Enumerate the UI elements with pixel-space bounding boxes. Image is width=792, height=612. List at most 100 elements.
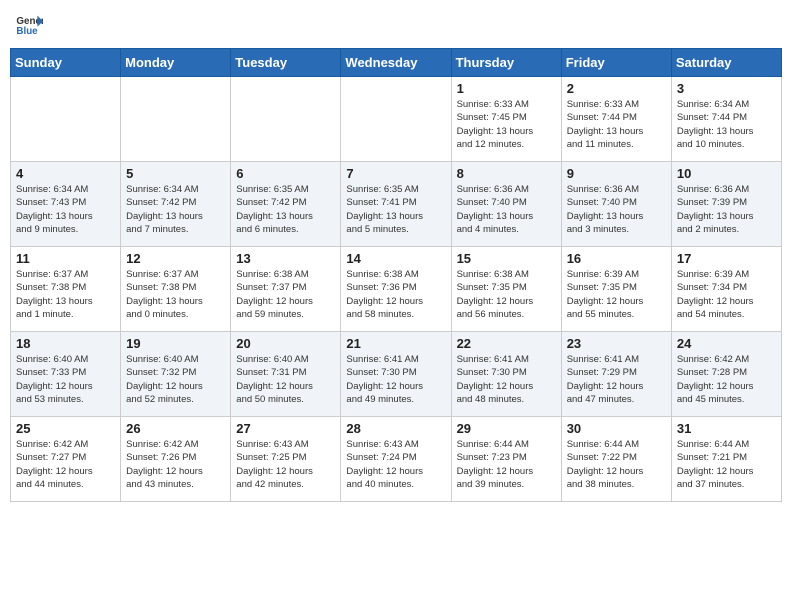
calendar-cell: 25 Sunrise: 6:42 AM Sunset: 7:27 PM Dayli… bbox=[11, 417, 121, 502]
day-info: Sunrise: 6:35 AM Sunset: 7:41 PM Dayligh… bbox=[346, 183, 445, 236]
calendar-header-row: SundayMondayTuesdayWednesdayThursdayFrid… bbox=[11, 49, 782, 77]
day-number: 14 bbox=[346, 251, 445, 266]
day-number: 5 bbox=[126, 166, 225, 181]
day-info: Sunrise: 6:41 AM Sunset: 7:30 PM Dayligh… bbox=[457, 353, 556, 406]
day-number: 15 bbox=[457, 251, 556, 266]
calendar-week-row: 25 Sunrise: 6:42 AM Sunset: 7:27 PM Dayli… bbox=[11, 417, 782, 502]
calendar-cell: 16Sunrise: 6:39 AM Sunset: 7:35 PM Dayli… bbox=[561, 247, 671, 332]
day-info: Sunrise: 6:34 AM Sunset: 7:44 PM Dayligh… bbox=[677, 98, 776, 151]
day-of-week-header: Wednesday bbox=[341, 49, 451, 77]
calendar-cell: 27Sunrise: 6:43 AM Sunset: 7:25 PM Dayli… bbox=[231, 417, 341, 502]
calendar-cell: 2 Sunrise: 6:33 AM Sunset: 7:44 PM Daylig… bbox=[561, 77, 671, 162]
day-info: Sunrise: 6:43 AM Sunset: 7:24 PM Dayligh… bbox=[346, 438, 445, 491]
day-number: 13 bbox=[236, 251, 335, 266]
calendar-cell: 1 Sunrise: 6:33 AM Sunset: 7:45 PM Daylig… bbox=[451, 77, 561, 162]
calendar-cell: 22 Sunrise: 6:41 AM Sunset: 7:30 PM Dayli… bbox=[451, 332, 561, 417]
day-number: 20 bbox=[236, 336, 335, 351]
day-of-week-header: Monday bbox=[121, 49, 231, 77]
day-of-week-header: Thursday bbox=[451, 49, 561, 77]
day-number: 4 bbox=[16, 166, 115, 181]
day-number: 1 bbox=[457, 81, 556, 96]
calendar-cell: 10 Sunrise: 6:36 AM Sunset: 7:39 PM Dayli… bbox=[671, 162, 781, 247]
day-info: Sunrise: 6:36 AM Sunset: 7:39 PM Dayligh… bbox=[677, 183, 776, 236]
calendar-cell: 23 Sunrise: 6:41 AM Sunset: 7:29 PM Dayli… bbox=[561, 332, 671, 417]
day-info: Sunrise: 6:39 AM Sunset: 7:34 PM Dayligh… bbox=[677, 268, 776, 321]
day-number: 29 bbox=[457, 421, 556, 436]
day-number: 19 bbox=[126, 336, 225, 351]
day-info: Sunrise: 6:42 AM Sunset: 7:28 PM Dayligh… bbox=[677, 353, 776, 406]
calendar-cell: 21 Sunrise: 6:41 AM Sunset: 7:30 PM Dayli… bbox=[341, 332, 451, 417]
day-number: 24 bbox=[677, 336, 776, 351]
page-header: General Blue bbox=[10, 10, 782, 38]
calendar-cell: 7Sunrise: 6:35 AM Sunset: 7:41 PM Daylig… bbox=[341, 162, 451, 247]
calendar-cell: 29 Sunrise: 6:44 AM Sunset: 7:23 PM Dayli… bbox=[451, 417, 561, 502]
day-number: 17 bbox=[677, 251, 776, 266]
calendar-cell: 11Sunrise: 6:37 AM Sunset: 7:38 PM Dayli… bbox=[11, 247, 121, 332]
calendar-cell: 30 Sunrise: 6:44 AM Sunset: 7:22 PM Dayli… bbox=[561, 417, 671, 502]
calendar-week-row: 1 Sunrise: 6:33 AM Sunset: 7:45 PM Daylig… bbox=[11, 77, 782, 162]
calendar-cell: 3 Sunrise: 6:34 AM Sunset: 7:44 PM Daylig… bbox=[671, 77, 781, 162]
day-info: Sunrise: 6:38 AM Sunset: 7:35 PM Dayligh… bbox=[457, 268, 556, 321]
calendar-cell: 24 Sunrise: 6:42 AM Sunset: 7:28 PM Dayli… bbox=[671, 332, 781, 417]
calendar-cell: 5 Sunrise: 6:34 AM Sunset: 7:42 PM Daylig… bbox=[121, 162, 231, 247]
day-of-week-header: Tuesday bbox=[231, 49, 341, 77]
calendar-cell bbox=[11, 77, 121, 162]
day-number: 8 bbox=[457, 166, 556, 181]
day-info: Sunrise: 6:44 AM Sunset: 7:22 PM Dayligh… bbox=[567, 438, 666, 491]
calendar-week-row: 11 Sunrise: 6:37 AM Sunset: 7:38 PM Dayli… bbox=[11, 247, 782, 332]
logo-icon: General Blue bbox=[15, 10, 43, 38]
calendar-cell: 14 Sunrise: 6:38 AM Sunset: 7:36 PM Dayli… bbox=[341, 247, 451, 332]
day-number: 9 bbox=[567, 166, 666, 181]
day-number: 26 bbox=[126, 421, 225, 436]
day-number: 23 bbox=[567, 336, 666, 351]
day-number: 25 bbox=[16, 421, 115, 436]
day-info: Sunrise: 6:35 AM Sunset: 7:42 PM Dayligh… bbox=[236, 183, 335, 236]
day-info: Sunrise: 6:34 AM Sunset: 7:42 PM Dayligh… bbox=[126, 183, 225, 236]
day-number: 16 bbox=[567, 251, 666, 266]
calendar-week-row: 4 Sunrise: 6:34 AM Sunset: 7:43 PM Daylig… bbox=[11, 162, 782, 247]
day-info: Sunrise: 6:40 AM Sunset: 7:33 PM Dayligh… bbox=[16, 353, 115, 406]
day-info: Sunrise: 6:44 AM Sunset: 7:23 PM Dayligh… bbox=[457, 438, 556, 491]
day-info: Sunrise: 6:42 AM Sunset: 7:27 PM Dayligh… bbox=[16, 438, 115, 491]
day-number: 21 bbox=[346, 336, 445, 351]
calendar-cell: 12 Sunrise: 6:37 AM Sunset: 7:38 PM Dayli… bbox=[121, 247, 231, 332]
day-info: Sunrise: 6:33 AM Sunset: 7:45 PM Dayligh… bbox=[457, 98, 556, 151]
day-info: Sunrise: 6:40 AM Sunset: 7:31 PM Dayligh… bbox=[236, 353, 335, 406]
calendar-table: SundayMondayTuesdayWednesdayThursdayFrid… bbox=[10, 48, 782, 502]
day-info: Sunrise: 6:34 AM Sunset: 7:43 PM Dayligh… bbox=[16, 183, 115, 236]
calendar-cell: 20 Sunrise: 6:40 AM Sunset: 7:31 PM Dayli… bbox=[231, 332, 341, 417]
calendar-cell bbox=[231, 77, 341, 162]
calendar-cell: 31Sunrise: 6:44 AM Sunset: 7:21 PM Dayli… bbox=[671, 417, 781, 502]
day-info: Sunrise: 6:38 AM Sunset: 7:36 PM Dayligh… bbox=[346, 268, 445, 321]
svg-text:Blue: Blue bbox=[16, 26, 38, 37]
calendar-cell: 19 Sunrise: 6:40 AM Sunset: 7:32 PM Dayli… bbox=[121, 332, 231, 417]
day-info: Sunrise: 6:41 AM Sunset: 7:30 PM Dayligh… bbox=[346, 353, 445, 406]
calendar-cell: 26 Sunrise: 6:42 AM Sunset: 7:26 PM Dayli… bbox=[121, 417, 231, 502]
calendar-cell: 18Sunrise: 6:40 AM Sunset: 7:33 PM Dayli… bbox=[11, 332, 121, 417]
day-info: Sunrise: 6:42 AM Sunset: 7:26 PM Dayligh… bbox=[126, 438, 225, 491]
day-number: 11 bbox=[16, 251, 115, 266]
day-number: 12 bbox=[126, 251, 225, 266]
day-number: 3 bbox=[677, 81, 776, 96]
day-info: Sunrise: 6:40 AM Sunset: 7:32 PM Dayligh… bbox=[126, 353, 225, 406]
calendar-cell: 4 Sunrise: 6:34 AM Sunset: 7:43 PM Daylig… bbox=[11, 162, 121, 247]
day-info: Sunrise: 6:41 AM Sunset: 7:29 PM Dayligh… bbox=[567, 353, 666, 406]
calendar-cell: 13Sunrise: 6:38 AM Sunset: 7:37 PM Dayli… bbox=[231, 247, 341, 332]
day-number: 6 bbox=[236, 166, 335, 181]
calendar-cell: 28Sunrise: 6:43 AM Sunset: 7:24 PM Dayli… bbox=[341, 417, 451, 502]
day-number: 10 bbox=[677, 166, 776, 181]
calendar-cell: 9 Sunrise: 6:36 AM Sunset: 7:40 PM Daylig… bbox=[561, 162, 671, 247]
day-info: Sunrise: 6:37 AM Sunset: 7:38 PM Dayligh… bbox=[126, 268, 225, 321]
day-of-week-header: Sunday bbox=[11, 49, 121, 77]
day-number: 2 bbox=[567, 81, 666, 96]
day-number: 22 bbox=[457, 336, 556, 351]
calendar-cell bbox=[341, 77, 451, 162]
day-info: Sunrise: 6:33 AM Sunset: 7:44 PM Dayligh… bbox=[567, 98, 666, 151]
day-info: Sunrise: 6:36 AM Sunset: 7:40 PM Dayligh… bbox=[567, 183, 666, 236]
calendar-cell bbox=[121, 77, 231, 162]
calendar-cell: 6 Sunrise: 6:35 AM Sunset: 7:42 PM Daylig… bbox=[231, 162, 341, 247]
day-info: Sunrise: 6:43 AM Sunset: 7:25 PM Dayligh… bbox=[236, 438, 335, 491]
day-number: 30 bbox=[567, 421, 666, 436]
calendar-cell: 8 Sunrise: 6:36 AM Sunset: 7:40 PM Daylig… bbox=[451, 162, 561, 247]
day-info: Sunrise: 6:36 AM Sunset: 7:40 PM Dayligh… bbox=[457, 183, 556, 236]
